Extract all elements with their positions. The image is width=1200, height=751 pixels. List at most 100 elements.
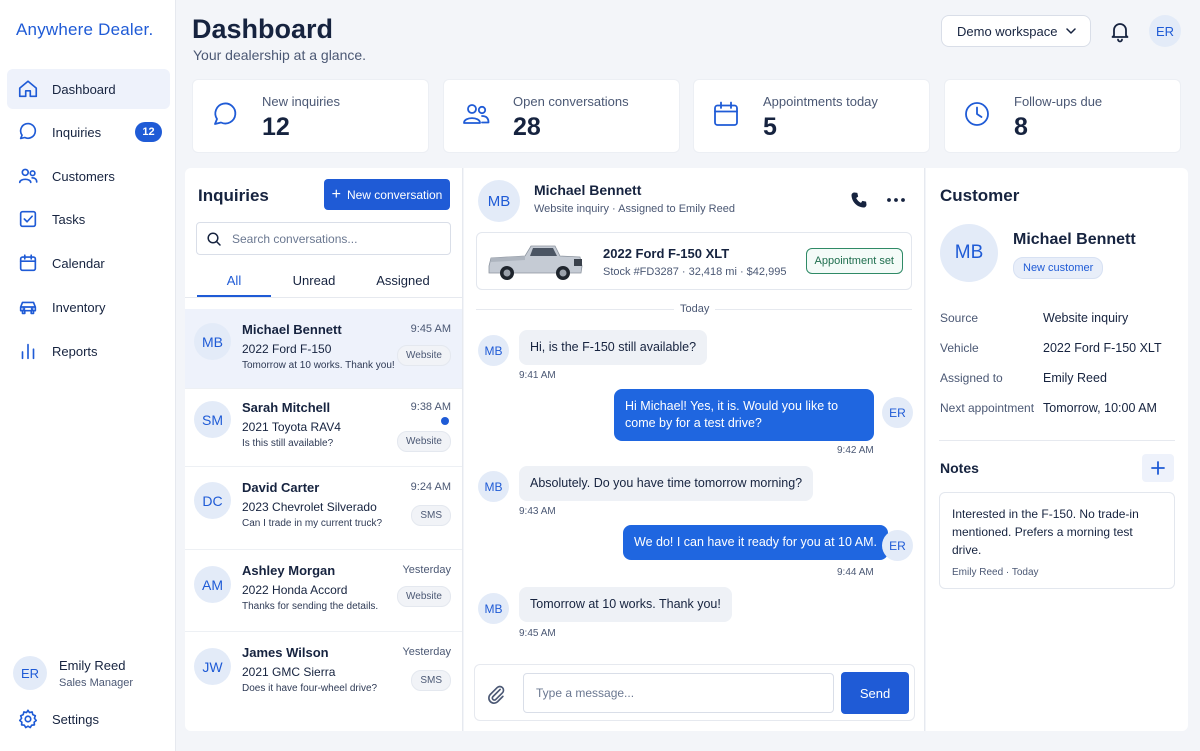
sidebar-item-label: Calendar <box>52 255 105 271</box>
conversation-time: Yesterday <box>402 646 451 658</box>
car-icon <box>19 301 37 315</box>
home-icon <box>18 80 38 98</box>
tab-assigned[interactable]: Assigned <box>365 273 441 288</box>
stat-label: Open conversations <box>513 94 629 109</box>
sidebar-item-customers[interactable]: Customers <box>7 156 170 196</box>
stat-value: 8 <box>1014 113 1028 141</box>
conversation-vehicle: 2022 Ford F-150 <box>242 342 332 356</box>
conversation-name: Michael Bennett <box>242 322 342 337</box>
chat-bubble-icon <box>19 122 37 140</box>
conversation-name: Sarah Mitchell <box>242 400 331 415</box>
stat-new-inquiries[interactable]: New inquiries 12 <box>192 79 429 153</box>
calendar-icon <box>714 101 738 126</box>
sidebar-item-inventory[interactable]: Inventory <box>7 287 170 327</box>
customer-status-badge: New customer <box>1013 257 1104 279</box>
conversation-item[interactable]: DC David Carter 2023 Chevrolet Silverado… <box>185 467 462 550</box>
detail-label-assigned: Assigned to <box>940 371 1003 385</box>
stat-label: New inquiries <box>262 94 341 109</box>
clock-icon <box>965 102 989 126</box>
tab-all[interactable]: All <box>197 273 271 288</box>
search-box <box>196 222 451 255</box>
divider <box>939 440 1175 441</box>
vehicle-title: 2022 Ford F-150 XLT <box>603 246 730 261</box>
users-icon <box>463 104 490 124</box>
add-note-button[interactable] <box>1142 454 1174 482</box>
detail-label-appointment: Next appointment <box>940 401 1035 415</box>
sidebar-item-tasks[interactable]: Tasks <box>7 199 170 239</box>
customer-panel: Customer MB Michael Bennett New customer… <box>926 168 1188 731</box>
stat-label: Follow-ups due <box>1014 94 1103 109</box>
outgoing-message: Hi Michael! Yes, it is. Would you like t… <box>614 389 874 441</box>
bell-icon[interactable] <box>1108 19 1132 43</box>
conversation-item[interactable]: AM Ashley Morgan 2022 Honda Accord Thank… <box>185 550 462 632</box>
stat-open-conversations[interactable]: Open conversations 28 <box>443 79 680 153</box>
header-avatar[interactable]: ER <box>1149 15 1181 47</box>
sidebar-item-settings[interactable]: Settings <box>7 699 170 739</box>
sidebar-item-label: Customers <box>52 168 115 184</box>
phone-icon[interactable] <box>849 190 869 210</box>
incoming-message: Absolutely. Do you have time tomorrow mo… <box>519 466 814 501</box>
conversation-preview: Does it have four-wheel drive? <box>242 683 378 694</box>
paperclip-icon[interactable] <box>485 683 507 705</box>
sidebar-item-label: Inquiries <box>52 124 102 140</box>
sidebar-item-calendar[interactable]: Calendar <box>7 243 170 283</box>
plus-icon <box>1151 461 1165 475</box>
page-subtitle: Your dealership at a glance. <box>193 47 367 63</box>
notes-title: Notes <box>940 460 979 476</box>
brand-logo: Anywhere Dealer. <box>16 20 154 39</box>
message-time: 9:44 AM <box>837 567 874 578</box>
message-avatar: MB <box>478 593 509 624</box>
avatar: MB <box>194 323 231 360</box>
customer-avatar: MB <box>940 224 998 282</box>
message-time: 9:42 AM <box>837 445 874 456</box>
workspace-selector[interactable]: Demo workspace <box>941 15 1091 47</box>
detail-value-assigned: Emily Reed <box>1043 371 1107 385</box>
conversation-time: 9:24 AM <box>410 481 451 493</box>
conversation-time: 9:38 AM <box>410 401 451 413</box>
conversation-name: Ashley Morgan <box>242 563 336 578</box>
avatar: JW <box>194 648 231 685</box>
source-tag: SMS <box>411 505 451 526</box>
stat-label: Appointments today <box>763 94 878 109</box>
detail-value-source: Website inquiry <box>1043 311 1129 325</box>
sidebar-item-dashboard[interactable]: Dashboard <box>7 69 170 109</box>
conversation-item[interactable]: MB Michael Bennett 2022 Ford F-150 Tomor… <box>185 309 462 389</box>
inquiries-panel: Inquiries + New conversation All Unread … <box>185 168 463 731</box>
message-time: 9:41 AM <box>519 370 556 381</box>
more-options-icon[interactable] <box>885 190 907 210</box>
inquiries-tabs: All Unread Assigned <box>185 268 462 298</box>
gear-icon <box>18 709 38 729</box>
new-conversation-button[interactable]: + New conversation <box>324 179 450 210</box>
current-user[interactable]: ER Emily Reed Sales Manager <box>13 656 133 690</box>
customer-name: Michael Bennett <box>1013 231 1136 248</box>
calendar-icon <box>19 254 37 272</box>
conversation-item[interactable]: SM Sarah Mitchell 2021 Toyota RAV4 Is th… <box>185 387 462 467</box>
note-card[interactable]: Interested in the F-150. No trade-in men… <box>939 492 1175 589</box>
search-input[interactable] <box>232 231 442 246</box>
avatar: SM <box>194 401 231 438</box>
user-avatar: ER <box>13 656 47 690</box>
sidebar-item-label: Reports <box>52 343 98 359</box>
sidebar-item-label: Inventory <box>52 299 106 315</box>
contact-avatar: MB <box>478 180 520 222</box>
avatar: AM <box>194 566 231 603</box>
tab-unread[interactable]: Unread <box>276 273 352 288</box>
conversation-vehicle: 2023 Chevrolet Silverado <box>242 500 377 514</box>
source-tag: Website <box>397 586 451 607</box>
send-button[interactable]: Send <box>841 672 909 714</box>
message-avatar: MB <box>478 471 509 502</box>
message-time: 9:45 AM <box>519 628 556 639</box>
message-input[interactable] <box>523 673 834 713</box>
vehicle-card[interactable]: 2022 Ford F-150 XLT Stock #FD3287 · 32,4… <box>476 232 912 290</box>
conversation-item[interactable]: JW James Wilson 2021 GMC Sierra Does it … <box>185 632 462 716</box>
stat-appointments-today[interactable]: Appointments today 5 <box>693 79 930 153</box>
contact-subtitle: Website inquiry · Assigned to Emily Reed <box>534 203 735 215</box>
stat-follow-ups-due[interactable]: Follow-ups due 8 <box>944 79 1181 153</box>
sidebar-item-reports[interactable]: Reports <box>7 331 170 371</box>
conversation-preview: Can I trade in my current truck? <box>242 518 383 529</box>
sidebar-item-inquiries[interactable]: Inquiries 12 <box>7 112 170 152</box>
note-text: Interested in the F-150. No trade-in men… <box>952 507 1139 557</box>
new-conversation-label: New conversation <box>346 187 443 202</box>
bar-chart-icon <box>21 343 35 360</box>
sidebar-item-label: Settings <box>52 711 99 727</box>
